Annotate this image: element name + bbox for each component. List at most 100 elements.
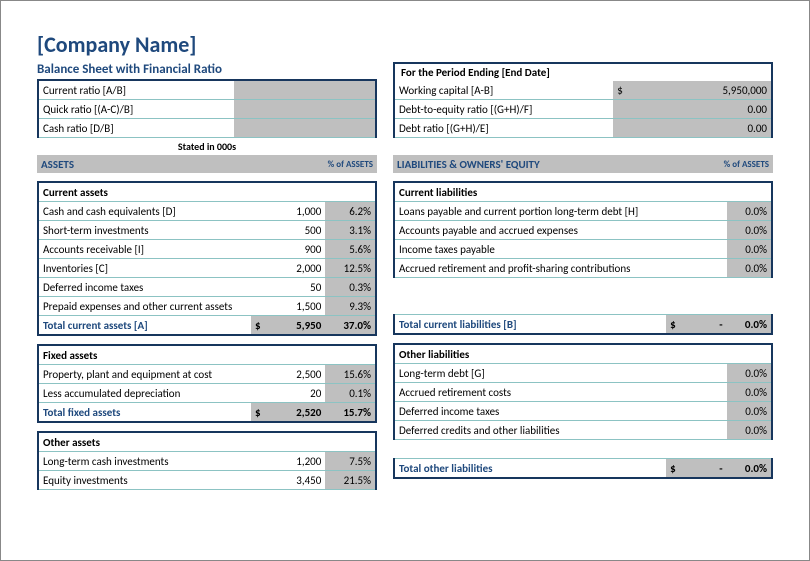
row-label: Accounts receivable [I]: [38, 240, 251, 259]
total-value: $5,950: [251, 316, 325, 336]
row-value: [666, 402, 726, 421]
ratio-value: [234, 100, 376, 119]
other-liab-table: Other liabilitiesLong-term debt [G] 0.0% A…: [393, 343, 773, 479]
current-liab-table: Current liabilitiesLoans payable and cur…: [393, 181, 773, 335]
ratio-label: Debt-to-equity ratio [(G+H)/F]: [394, 100, 613, 119]
row-label: Cash and cash equivalents [D]: [38, 202, 251, 221]
row-value: 1,500: [251, 297, 325, 316]
sheet-subtitle: Balance Sheet with Financial Ratio: [37, 62, 377, 77]
fixed-assets-table: Fixed assetsProperty, plant and equipmen…: [37, 344, 377, 423]
row-value: 50: [251, 278, 325, 297]
row-value: 1,000: [251, 202, 325, 221]
row-pct: 12.5%: [325, 259, 376, 278]
liab-header-pct: % of ASSETS: [667, 155, 773, 173]
row-value: [666, 421, 726, 440]
ratio-value: [234, 119, 376, 138]
liab-header: LIABILITIES & OWNERS' EQUITY % of ASSETS: [393, 155, 773, 173]
row-label: Accrued retirement and profit-sharing co…: [394, 259, 666, 278]
assets-header: ASSETS % of ASSETS: [37, 155, 377, 173]
ratio-label: Debt ratio [(G+H)/E]: [394, 119, 613, 138]
row-label: Inventories [C]: [38, 259, 251, 278]
ratio-label: Current ratio [A/B]: [38, 80, 234, 100]
row-label: Long-term debt [G]: [394, 364, 666, 383]
row-pct: 0.1%: [325, 384, 376, 403]
row-label: Income taxes payable: [394, 240, 666, 259]
current-assets-table: Current assetsCash and cash equivalents …: [37, 181, 377, 336]
total-label: Total current assets [A]: [38, 316, 251, 336]
row-pct: 3.1%: [325, 221, 376, 240]
ratios-left-table: Current ratio [A/B]Quick ratio [(A-C)/B]…: [37, 79, 377, 138]
total-pct: 0.0%: [727, 459, 772, 479]
stated-note: Stated in 000s: [37, 138, 377, 155]
assets-header-label: ASSETS: [37, 155, 251, 173]
row-label: Deferred credits and other liabilities: [394, 421, 666, 440]
row-value: 2,000: [251, 259, 325, 278]
row-value: 900: [251, 240, 325, 259]
ratio-value: [234, 80, 376, 100]
row-pct: 9.3%: [325, 297, 376, 316]
row-pct: 0.0%: [727, 259, 772, 278]
ratio-value: $5,950,000: [613, 81, 772, 100]
row-pct: 15.6%: [325, 365, 376, 384]
liab-header-label: LIABILITIES & OWNERS' EQUITY: [393, 155, 667, 173]
row-label: Deferred income taxes: [394, 402, 666, 421]
total-pct: 15.7%: [325, 403, 376, 423]
row-pct: 0.3%: [325, 278, 376, 297]
row-value: [666, 240, 726, 259]
row-value: [666, 364, 726, 383]
assets-header-pct: % of ASSETS: [251, 155, 377, 173]
row-label: Less accumulated depreciation: [38, 384, 251, 403]
row-pct: 0.0%: [727, 202, 772, 221]
period-label: For the Period Ending [End Date]: [393, 62, 773, 81]
section-title: Current liabilities: [394, 182, 666, 202]
row-value: [666, 259, 726, 278]
row-value: [666, 202, 726, 221]
total-label: Total fixed assets: [38, 403, 251, 423]
total-pct: 37.0%: [325, 316, 376, 336]
row-label: Prepaid expenses and other current asset…: [38, 297, 251, 316]
row-label: Short-term investments: [38, 221, 251, 240]
row-label: Accounts payable and accrued expenses: [394, 221, 666, 240]
row-pct: 0.0%: [727, 221, 772, 240]
row-value: [666, 383, 726, 402]
total-value: $2,520: [251, 403, 325, 423]
row-value: [666, 221, 726, 240]
ratio-label: Quick ratio [(A-C)/B]: [38, 100, 234, 119]
row-pct: 7.5%: [325, 452, 376, 471]
other-assets-table: Other assetsLong-term cash investments1,…: [37, 431, 377, 490]
total-label: Total other liabilities: [394, 459, 666, 479]
row-pct: 21.5%: [325, 471, 376, 490]
ratio-value: 0.00: [613, 119, 772, 138]
row-value: 1,200: [251, 452, 325, 471]
row-label: Equity investments: [38, 471, 251, 490]
row-label: Property, plant and equipment at cost: [38, 365, 251, 384]
row-pct: 0.0%: [727, 240, 772, 259]
section-title: Other liabilities: [394, 344, 666, 364]
ratios-right-table: Working capital [A-B]$5,950,000Debt-to-e…: [393, 81, 773, 138]
total-value: $-: [666, 315, 726, 335]
row-value: 3,450: [251, 471, 325, 490]
row-value: 2,500: [251, 365, 325, 384]
ratio-label: Cash ratio [D/B]: [38, 119, 234, 138]
balance-sheet: [Company Name] Balance Sheet with Financ…: [0, 0, 810, 561]
row-pct: 0.0%: [727, 421, 772, 440]
row-value: 20: [251, 384, 325, 403]
row-label: Deferred income taxes: [38, 278, 251, 297]
company-title: [Company Name]: [37, 31, 773, 58]
row-label: Loans payable and current portion long-t…: [394, 202, 666, 221]
section-title: Other assets: [38, 432, 251, 452]
section-title: Current assets: [38, 182, 251, 202]
row-pct: 5.6%: [325, 240, 376, 259]
section-title: Fixed assets: [38, 345, 251, 365]
row-pct: 0.0%: [727, 383, 772, 402]
row-label: Long-term cash investments: [38, 452, 251, 471]
row-pct: 0.0%: [727, 402, 772, 421]
row-label: Accrued retirement costs: [394, 383, 666, 402]
row-pct: 0.0%: [727, 364, 772, 383]
row-pct: 6.2%: [325, 202, 376, 221]
ratio-label: Working capital [A-B]: [394, 81, 613, 100]
ratio-value: 0.00: [613, 100, 772, 119]
total-value: $-: [666, 459, 726, 479]
row-value: 500: [251, 221, 325, 240]
total-pct: 0.0%: [727, 315, 772, 335]
